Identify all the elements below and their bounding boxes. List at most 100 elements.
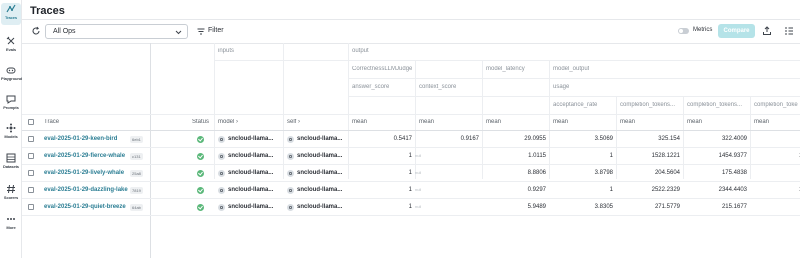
header-acceptance-rate: acceptance_rate [553,102,598,108]
column-header-mean[interactable]: mean [553,119,568,125]
column-header-trace[interactable]: Trace [44,119,59,125]
self-ref-link[interactable]: sncloud-llama... [297,186,347,194]
header-completion-tokens: completion_tokens... [687,102,743,108]
row-checkbox[interactable] [28,187,34,193]
trace-name-link[interactable]: eval-2025-01-29-lively-whale [44,169,124,177]
metric-value: 1454.9377 [718,153,747,159]
sidebar-item-evals[interactable]: Evals [1,35,21,57]
metrics-toggle[interactable] [678,28,689,34]
row-checkbox[interactable] [28,153,34,159]
column-header-mean[interactable]: mean [620,119,635,125]
metric-value: 8.8806 [527,170,546,176]
model-ref-icon [218,187,225,194]
metric-value: 1.0115 [528,153,546,159]
traces-table: inputs output CorrectnessLLMJudge model_… [22,43,800,258]
page-title: Traces [30,5,65,17]
self-ref-icon [287,136,294,143]
trace-id-badge: 25a8 [130,170,143,177]
sidebar-item-label: Traces [4,15,18,20]
metric-value: 1528.1221 [651,153,680,159]
header-completion-tokens: completion_tokens... [620,102,676,108]
sidebar-item-label: Evals [6,47,16,52]
sidebar-item-scorers[interactable]: Scorers [1,183,21,205]
refresh-button[interactable] [31,26,41,36]
column-header-mean[interactable]: mean [419,119,434,125]
metric-value: 0.9167 [460,136,479,142]
sidebar-item-label: Datasets [3,164,19,169]
header-row-divider [214,60,800,61]
filter-button[interactable]: Filter [192,24,232,39]
metric-value: 1 [408,170,412,176]
header-correctness: CorrectnessLLMJudge [352,66,413,72]
column-header-model[interactable]: model › [218,119,238,125]
column-header-mean[interactable]: mean [352,119,367,125]
ops-select-value: All Ops [53,28,76,35]
model-ref-icon [218,153,225,160]
model-ref-link[interactable]: sncloud-llama... [228,152,282,160]
sidebar-item-playground[interactable]: Playground [1,64,23,86]
column-header-mean[interactable]: mean [486,119,501,125]
trace-name-link[interactable]: eval-2025-01-29-quiet-breeze [44,203,126,211]
self-ref-link[interactable]: sncloud-llama... [297,169,347,177]
column-header-mean[interactable]: mean [754,119,769,125]
column-header-mean[interactable]: mean [687,119,702,125]
metric-value: null [415,170,422,175]
column-header-self[interactable]: self › [287,119,300,125]
table-row[interactable]: eval-2025-01-29-keen-bird 6eb1 sncloud-lla… [22,131,800,148]
metric-value: 1 [408,153,412,159]
metric-value: 1 [408,187,412,193]
expand-arrow-icon: › [236,119,239,125]
model-ref-icon [218,170,225,177]
self-ref-link[interactable]: sncloud-llama... [297,152,347,160]
self-ref-icon [287,170,294,177]
column-header-status[interactable]: Status [192,119,209,125]
sidebar-item-models[interactable]: Models [1,122,21,144]
evals-icon [1,35,21,47]
sidebar-item-label: Playground [1,76,23,81]
table-row[interactable]: eval-2025-01-29-lively-whale 25a8 sncloud-… [22,165,800,182]
more-icon [1,213,21,225]
ops-select[interactable]: All Ops [45,24,188,39]
export-button[interactable] [760,24,774,38]
status-success-icon [197,136,204,143]
status-success-icon [197,204,204,211]
column-header-label: model [218,119,235,125]
compare-button[interactable]: Compare [718,24,755,38]
metric-value: null [415,204,422,209]
metric-value: 1 [408,204,412,210]
metrics-label: Metrics [693,27,713,33]
table-row[interactable]: eval-2025-01-29-dazzling-lake 7819 sncloud… [22,182,800,199]
chevron-down-icon [175,30,182,35]
header-row-divider [22,114,800,115]
table-row[interactable]: eval-2025-01-29-quiet-breeze 64ab sncloud-… [22,199,800,216]
metric-value: 189. [754,169,800,177]
table-row[interactable]: eval-2025-01-29-fierce-whale c131 sncloud-… [22,148,800,165]
metric-value: 5.9489 [527,204,546,210]
header-usage: usage [553,84,570,90]
models-icon [1,122,21,134]
sidebar-item-traces[interactable]: Traces [1,3,21,25]
row-checkbox[interactable] [28,204,34,210]
trace-name-link[interactable]: eval-2025-01-29-fierce-whale [44,152,125,160]
columns-button[interactable] [782,24,796,38]
model-ref-link[interactable]: sncloud-llama... [228,203,282,211]
self-ref-icon [287,153,294,160]
self-ref-link[interactable]: sncloud-llama... [297,135,347,143]
sidebar-item-label: Scorers [3,195,19,200]
model-ref-link[interactable]: sncloud-llama... [228,186,282,194]
row-checkbox[interactable] [28,170,34,176]
header-divider [22,19,800,20]
sidebar-item-datasets[interactable]: Datasets [1,152,21,174]
trace-name-link[interactable]: eval-2025-01-29-dazzling-lake [44,186,128,194]
sidebar-item-prompts[interactable]: Prompts [1,93,21,115]
header-row-divider [348,96,800,97]
metric-value: 204.5604 [654,170,680,176]
sidebar-item-more[interactable]: More [1,213,21,235]
self-ref-link[interactable]: sncloud-llama... [297,203,347,211]
model-ref-link[interactable]: sncloud-llama... [228,169,282,177]
model-ref-link[interactable]: sncloud-llama... [228,135,282,143]
trace-name-link[interactable]: eval-2025-01-29-keen-bird [44,135,117,143]
metric-value: 0.9297 [527,187,546,193]
select-all-checkbox[interactable] [28,119,34,125]
row-checkbox[interactable] [28,136,34,142]
